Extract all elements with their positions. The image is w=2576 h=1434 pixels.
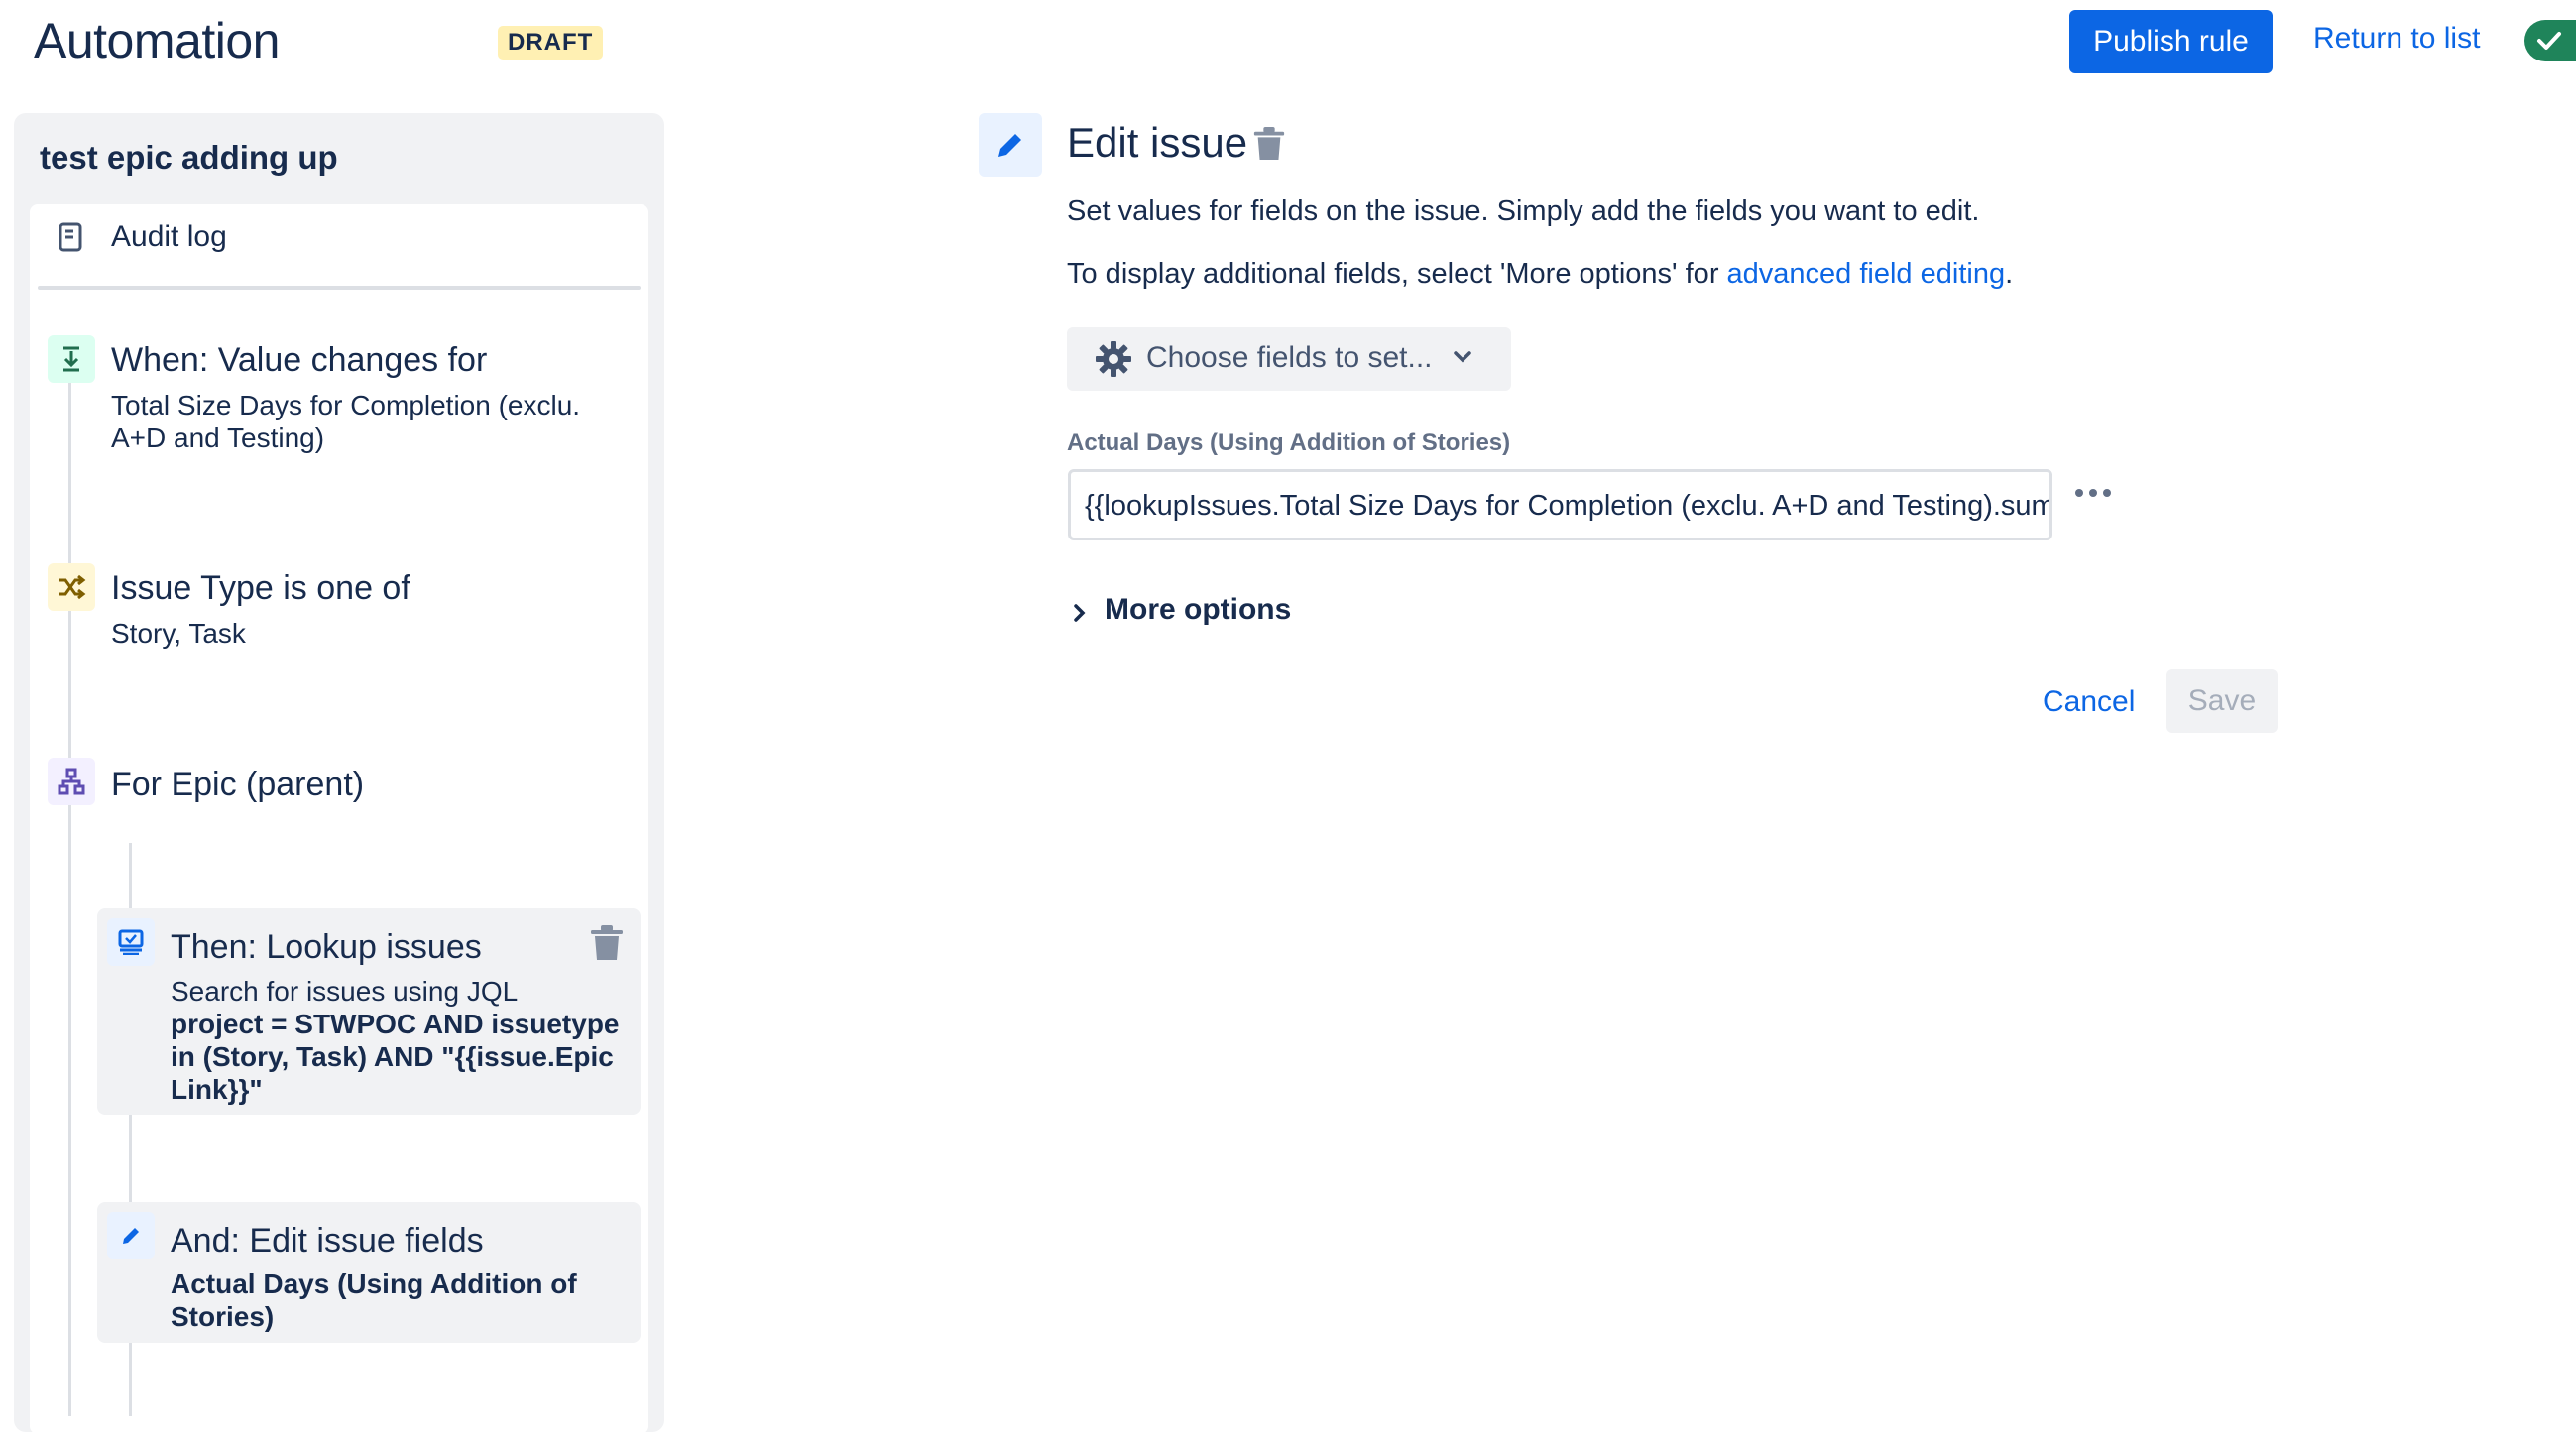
trigger-title: When: Value changes for [111, 341, 488, 379]
actual-days-field-value: {{lookupIssues.Total Size Days for Compl… [1085, 490, 2052, 522]
description-period: . [2005, 258, 2014, 290]
lookup-issues-icon [107, 918, 155, 966]
actual-days-field-input[interactable]: {{lookupIssues.Total Size Days for Compl… [1068, 469, 2052, 540]
editor-description-advanced: To display additional fields, select 'Mo… [1067, 258, 2013, 291]
draft-status-badge: DRAFT [498, 26, 604, 60]
choose-fields-label: Choose fields to set... [1146, 341, 1433, 374]
shuffle-icon [48, 563, 95, 611]
audit-log-label: Audit log [111, 220, 227, 253]
pencil-icon [979, 113, 1042, 177]
document-icon [58, 222, 83, 257]
cancel-button[interactable]: Cancel [2043, 685, 2135, 719]
advanced-field-editing-link[interactable]: advanced field editing [1727, 258, 2006, 290]
chevron-down-icon [1452, 349, 1473, 370]
condition-title: Issue Type is one of [111, 569, 410, 607]
lookup-issues-jql: project = STWPOC AND issuetype in (Story… [171, 1009, 620, 1105]
field-label: Actual Days (Using Addition of Stories) [1067, 429, 1511, 456]
branch-title: For Epic (parent) [111, 766, 365, 803]
trigger-subtitle: Total Size Days for Completion (exclu. A… [111, 390, 581, 453]
condition-subtitle: Story, Task [111, 618, 246, 649]
pencil-icon [107, 1212, 155, 1259]
checkmark-icon [2537, 32, 2561, 50]
lookup-issues-title: Then: Lookup issues [171, 928, 482, 966]
hierarchy-icon [48, 758, 95, 805]
save-button[interactable]: Save [2166, 669, 2278, 733]
download-arrow-icon [48, 335, 95, 383]
editor-title: Edit issue [1067, 119, 1248, 166]
lookup-issues-subtitle: Search for issues using JQL [171, 976, 519, 1007]
editor-description: Set values for fields on the issue. Simp… [1067, 195, 1980, 227]
edit-issue-fields-detail: Actual Days (Using Addition of Stories) [171, 1268, 577, 1332]
rule-enabled-toggle[interactable] [2524, 20, 2576, 61]
divider [38, 286, 641, 290]
description-text: To display additional fields, select 'Mo… [1067, 258, 1727, 290]
more-horizontal-icon[interactable] [2073, 486, 2113, 505]
return-to-list-link[interactable]: Return to list [2313, 22, 2480, 56]
trash-icon[interactable] [1252, 126, 1286, 167]
page-title: Automation [34, 13, 280, 68]
rule-name: test epic adding up [40, 139, 338, 176]
trash-icon[interactable] [589, 924, 625, 967]
gear-icon [1095, 340, 1132, 383]
flow-connector-line [68, 383, 71, 1416]
edit-issue-fields-title: And: Edit issue fields [171, 1222, 484, 1259]
more-options-label: More options [1105, 593, 1292, 626]
publish-rule-button[interactable]: Publish rule [2069, 10, 2273, 73]
chevron-right-icon [1074, 604, 1086, 622]
